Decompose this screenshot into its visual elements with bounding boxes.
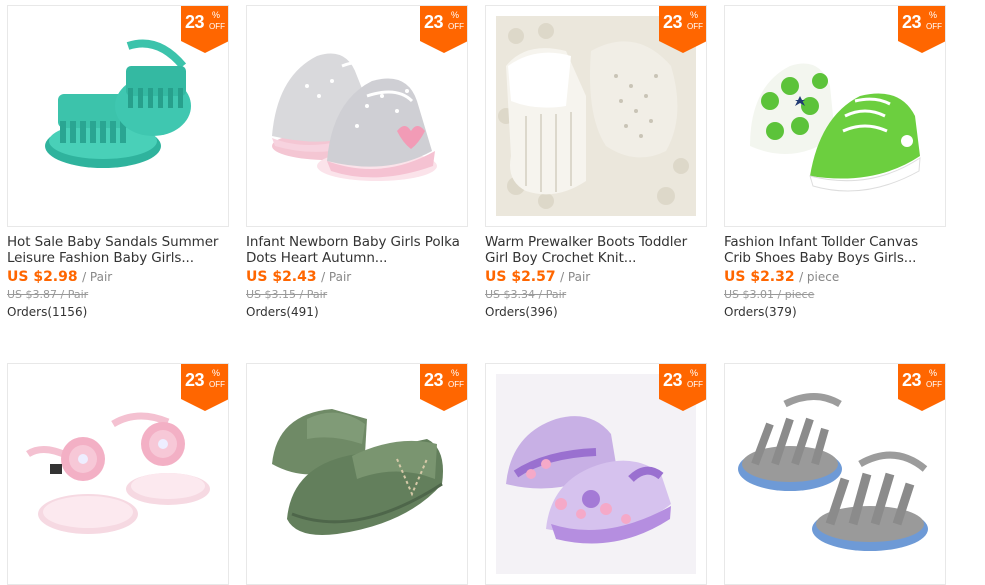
discount-off: OFF <box>926 380 942 389</box>
discount-value: 23 <box>424 370 444 390</box>
product-image[interactable]: 23 % OFF <box>485 363 707 585</box>
product-image[interactable]: 23 % OFF <box>246 5 468 227</box>
original-price: US $3.34 / Pair <box>485 288 567 301</box>
product-card[interactable]: 23 % OFF <box>485 363 707 585</box>
discount-off: OFF <box>926 22 942 31</box>
order-count: Orders(1156) <box>7 305 88 319</box>
product-card[interactable]: 23 % OFF Infant Newborn Baby Girls Polka… <box>246 5 468 320</box>
discount-value: 23 <box>902 12 922 32</box>
discount-badge: 23 % OFF <box>420 6 467 53</box>
discount-percent: % <box>212 368 221 378</box>
discount-percent: % <box>451 368 460 378</box>
price-unit: / Pair <box>82 270 113 284</box>
order-count: Orders(396) <box>485 305 558 319</box>
product-image[interactable]: 23 % OFF <box>724 363 946 585</box>
discount-percent: % <box>929 10 938 20</box>
price-unit: / Pair <box>560 270 591 284</box>
original-price: US $3.01 / piece <box>724 288 815 301</box>
product-price: US $2.98 / Pair <box>7 268 229 286</box>
price-unit: / piece <box>799 270 840 284</box>
price-amount: US $2.57 <box>485 269 556 285</box>
product-card[interactable]: 23 % OFF <box>246 363 468 585</box>
discount-badge: 23 % OFF <box>898 364 945 411</box>
discount-badge: 23 % OFF <box>181 6 228 53</box>
discount-badge: 23 % OFF <box>659 364 706 411</box>
discount-badge: 23 % OFF <box>420 364 467 411</box>
discount-value: 23 <box>424 12 444 32</box>
discount-badge: 23 % OFF <box>898 6 945 53</box>
discount-off: OFF <box>448 380 464 389</box>
product-card[interactable]: 23 % OFF Warm Prewalker Boots Toddler Gi… <box>485 5 707 320</box>
original-price: US $3.87 / Pair <box>7 288 89 301</box>
order-count: Orders(491) <box>246 305 319 319</box>
discount-value: 23 <box>663 370 683 390</box>
product-card[interactable]: 23 % OFF <box>7 363 229 585</box>
discount-percent: % <box>690 368 699 378</box>
product-price: US $2.57 / Pair <box>485 268 707 286</box>
product-image[interactable]: 23 % OFF <box>246 363 468 585</box>
product-price: US $2.43 / Pair <box>246 268 468 286</box>
product-card[interactable]: 23 % OFF <box>724 363 946 585</box>
product-title[interactable]: Warm Prewalker Boots Toddler Girl Boy Cr… <box>485 234 707 266</box>
discount-badge: 23 % OFF <box>659 6 706 53</box>
product-image[interactable]: 23 % OFF <box>7 5 229 227</box>
price-amount: US $2.43 <box>246 269 317 285</box>
price-amount: US $2.98 <box>7 269 78 285</box>
discount-off: OFF <box>687 22 703 31</box>
product-grid: 23 % OFF Hot Sale Baby Sandals Summer Le… <box>0 0 985 585</box>
price-unit: / Pair <box>321 270 352 284</box>
discount-value: 23 <box>185 370 205 390</box>
discount-off: OFF <box>448 22 464 31</box>
discount-value: 23 <box>902 370 922 390</box>
order-count: Orders(379) <box>724 305 797 319</box>
product-image[interactable]: 23 % OFF <box>724 5 946 227</box>
discount-off: OFF <box>687 380 703 389</box>
product-price: US $2.32 / piece <box>724 268 946 286</box>
discount-percent: % <box>929 368 938 378</box>
discount-off: OFF <box>209 22 225 31</box>
product-title[interactable]: Infant Newborn Baby Girls Polka Dots Hea… <box>246 234 468 266</box>
discount-percent: % <box>690 10 699 20</box>
product-card[interactable]: 23 % OFF Fashion Infant Tollder Canvas C… <box>724 5 946 320</box>
original-price: US $3.15 / Pair <box>246 288 328 301</box>
discount-off: OFF <box>209 380 225 389</box>
discount-percent: % <box>451 10 460 20</box>
product-image[interactable]: 23 % OFF <box>7 363 229 585</box>
discount-percent: % <box>212 10 221 20</box>
discount-badge: 23 % OFF <box>181 364 228 411</box>
price-amount: US $2.32 <box>724 269 795 285</box>
product-image[interactable]: 23 % OFF <box>485 5 707 227</box>
product-title[interactable]: Hot Sale Baby Sandals Summer Leisure Fas… <box>7 234 229 266</box>
product-title[interactable]: Fashion Infant Tollder Canvas Crib Shoes… <box>724 234 946 266</box>
product-card[interactable]: 23 % OFF Hot Sale Baby Sandals Summer Le… <box>7 5 229 320</box>
discount-value: 23 <box>185 12 205 32</box>
discount-value: 23 <box>663 12 683 32</box>
